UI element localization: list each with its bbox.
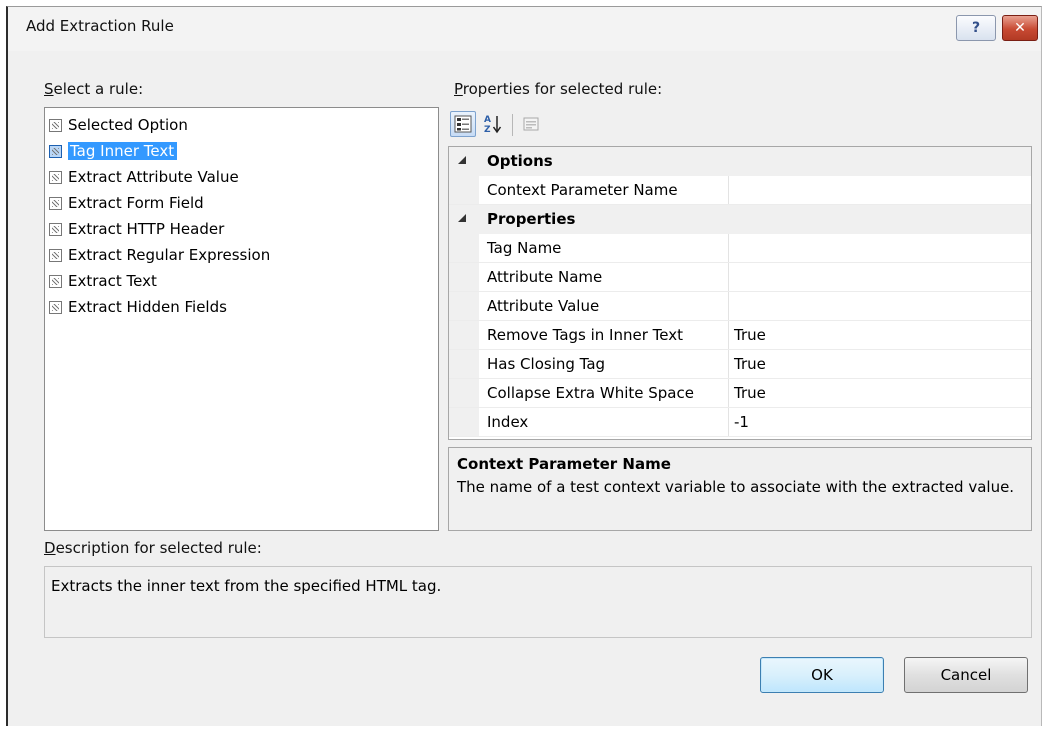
add-extraction-rule-dialog: Add Extraction Rule ? ✕ Select a rule: S… bbox=[6, 6, 1042, 726]
rule-icon bbox=[49, 274, 62, 288]
column-divider bbox=[728, 408, 729, 436]
rule-item-extract-regular-expression[interactable]: Extract Regular Expression bbox=[49, 243, 270, 267]
property-help-pane: Context Parameter Name The name of a tes… bbox=[448, 447, 1032, 531]
column-divider bbox=[728, 321, 729, 349]
help-button[interactable]: ? bbox=[956, 15, 996, 41]
dialog-title: Add Extraction Rule bbox=[26, 17, 174, 35]
property-value-field[interactable]: True bbox=[734, 384, 766, 402]
row-gutter bbox=[449, 379, 479, 407]
description-text: Extracts the inner text from the specifi… bbox=[51, 577, 442, 595]
rule-item-label: Extract Hidden Fields bbox=[68, 298, 227, 316]
rule-icon bbox=[49, 196, 62, 210]
column-divider bbox=[728, 379, 729, 407]
property-name: Has Closing Tag bbox=[487, 355, 606, 373]
help-text: The name of a test context variable to a… bbox=[457, 478, 1015, 496]
property-pages-button[interactable] bbox=[518, 111, 544, 137]
property-row-tag-name[interactable]: Tag Name bbox=[449, 234, 1031, 263]
row-gutter bbox=[449, 234, 479, 262]
property-value-field[interactable]: -1 bbox=[734, 413, 749, 431]
property-name: Context Parameter Name bbox=[487, 181, 678, 199]
property-row-remove-tags[interactable]: Remove Tags in Inner Text True bbox=[449, 321, 1031, 350]
rule-icon bbox=[49, 170, 62, 184]
rule-item-label: Extract Regular Expression bbox=[68, 246, 271, 264]
rule-list[interactable]: Selected Option Tag Inner Text Extract A… bbox=[44, 107, 439, 531]
row-gutter bbox=[449, 292, 479, 320]
property-row-collapse-white-space[interactable]: Collapse Extra White Space True bbox=[449, 379, 1031, 408]
property-row-context-parameter-name[interactable]: Context Parameter Name bbox=[449, 176, 1031, 205]
properties-label: Properties for selected rule: bbox=[454, 80, 663, 98]
column-divider bbox=[728, 263, 729, 291]
title-bar[interactable]: Add Extraction Rule ? ✕ bbox=[8, 7, 1041, 51]
rule-icon bbox=[49, 144, 62, 158]
property-name: Attribute Value bbox=[487, 297, 600, 315]
help-icon: ? bbox=[971, 20, 981, 36]
description-label: Description for selected rule: bbox=[44, 539, 262, 557]
rule-icon bbox=[49, 300, 62, 314]
column-divider bbox=[728, 292, 729, 320]
property-value-field[interactable]: True bbox=[734, 326, 766, 344]
description-box: Extracts the inner text from the specifi… bbox=[44, 566, 1032, 638]
property-name: Attribute Name bbox=[487, 268, 603, 286]
row-gutter bbox=[449, 321, 479, 349]
property-grid-toolbar: A Z bbox=[450, 111, 570, 141]
collapse-arrow-icon[interactable] bbox=[458, 214, 466, 222]
row-gutter bbox=[449, 263, 479, 291]
rule-icon bbox=[49, 248, 62, 262]
property-name: Index bbox=[487, 413, 529, 431]
close-icon: ✕ bbox=[1014, 20, 1026, 36]
rule-item-label: Selected Option bbox=[68, 116, 188, 134]
close-button[interactable]: ✕ bbox=[1002, 15, 1038, 41]
property-pages-icon bbox=[523, 117, 539, 131]
select-rule-label: Select a rule: bbox=[44, 80, 144, 98]
rule-icon bbox=[49, 118, 62, 132]
property-name: Tag Name bbox=[487, 239, 562, 257]
property-grid[interactable]: Options Context Parameter Name Propertie… bbox=[448, 146, 1032, 440]
property-row-has-closing-tag[interactable]: Has Closing Tag True bbox=[449, 350, 1031, 379]
category-row-properties[interactable]: Properties bbox=[449, 205, 1031, 234]
rule-item-extract-form-field[interactable]: Extract Form Field bbox=[49, 191, 204, 215]
help-title: Context Parameter Name bbox=[457, 455, 671, 473]
sort-az-icon: A Z bbox=[484, 115, 502, 135]
column-divider bbox=[728, 176, 729, 204]
property-row-attribute-name[interactable]: Attribute Name bbox=[449, 263, 1031, 292]
rule-item-extract-text[interactable]: Extract Text bbox=[49, 269, 157, 293]
rule-item-extract-attribute-value[interactable]: Extract Attribute Value bbox=[49, 165, 239, 189]
property-row-index[interactable]: Index -1 bbox=[449, 408, 1031, 437]
property-row-attribute-value[interactable]: Attribute Value bbox=[449, 292, 1031, 321]
rule-item-label: Extract HTTP Header bbox=[68, 220, 225, 238]
category-name: Options bbox=[487, 152, 553, 170]
row-gutter bbox=[449, 408, 479, 436]
svg-text:A: A bbox=[484, 115, 491, 125]
rule-item-selected-option[interactable]: Selected Option bbox=[49, 113, 188, 137]
rule-item-label: Extract Form Field bbox=[68, 194, 204, 212]
column-divider bbox=[728, 234, 729, 262]
row-gutter bbox=[449, 350, 479, 378]
column-divider bbox=[728, 350, 729, 378]
ok-button[interactable]: OK bbox=[760, 657, 884, 693]
rule-item-label: Tag Inner Text bbox=[68, 142, 178, 160]
property-name: Collapse Extra White Space bbox=[487, 384, 694, 402]
alphabetical-button[interactable]: A Z bbox=[480, 111, 506, 137]
property-name: Remove Tags in Inner Text bbox=[487, 326, 683, 344]
categorized-button[interactable] bbox=[450, 111, 476, 137]
categorized-icon bbox=[454, 115, 472, 133]
category-name: Properties bbox=[487, 210, 576, 228]
category-row-options[interactable]: Options bbox=[449, 147, 1031, 176]
svg-text:Z: Z bbox=[484, 125, 491, 135]
rule-item-extract-http-header[interactable]: Extract HTTP Header bbox=[49, 217, 224, 241]
rule-item-label: Extract Attribute Value bbox=[68, 168, 239, 186]
cancel-button[interactable]: Cancel bbox=[904, 657, 1028, 693]
row-gutter bbox=[449, 176, 479, 204]
toolbar-separator bbox=[512, 114, 513, 136]
rule-item-tag-inner-text[interactable]: Tag Inner Text bbox=[49, 139, 178, 163]
rule-item-extract-hidden-fields[interactable]: Extract Hidden Fields bbox=[49, 295, 227, 319]
rule-icon bbox=[49, 222, 62, 236]
collapse-arrow-icon[interactable] bbox=[458, 156, 466, 164]
property-value-field[interactable]: True bbox=[734, 355, 766, 373]
rule-item-label: Extract Text bbox=[68, 272, 157, 290]
